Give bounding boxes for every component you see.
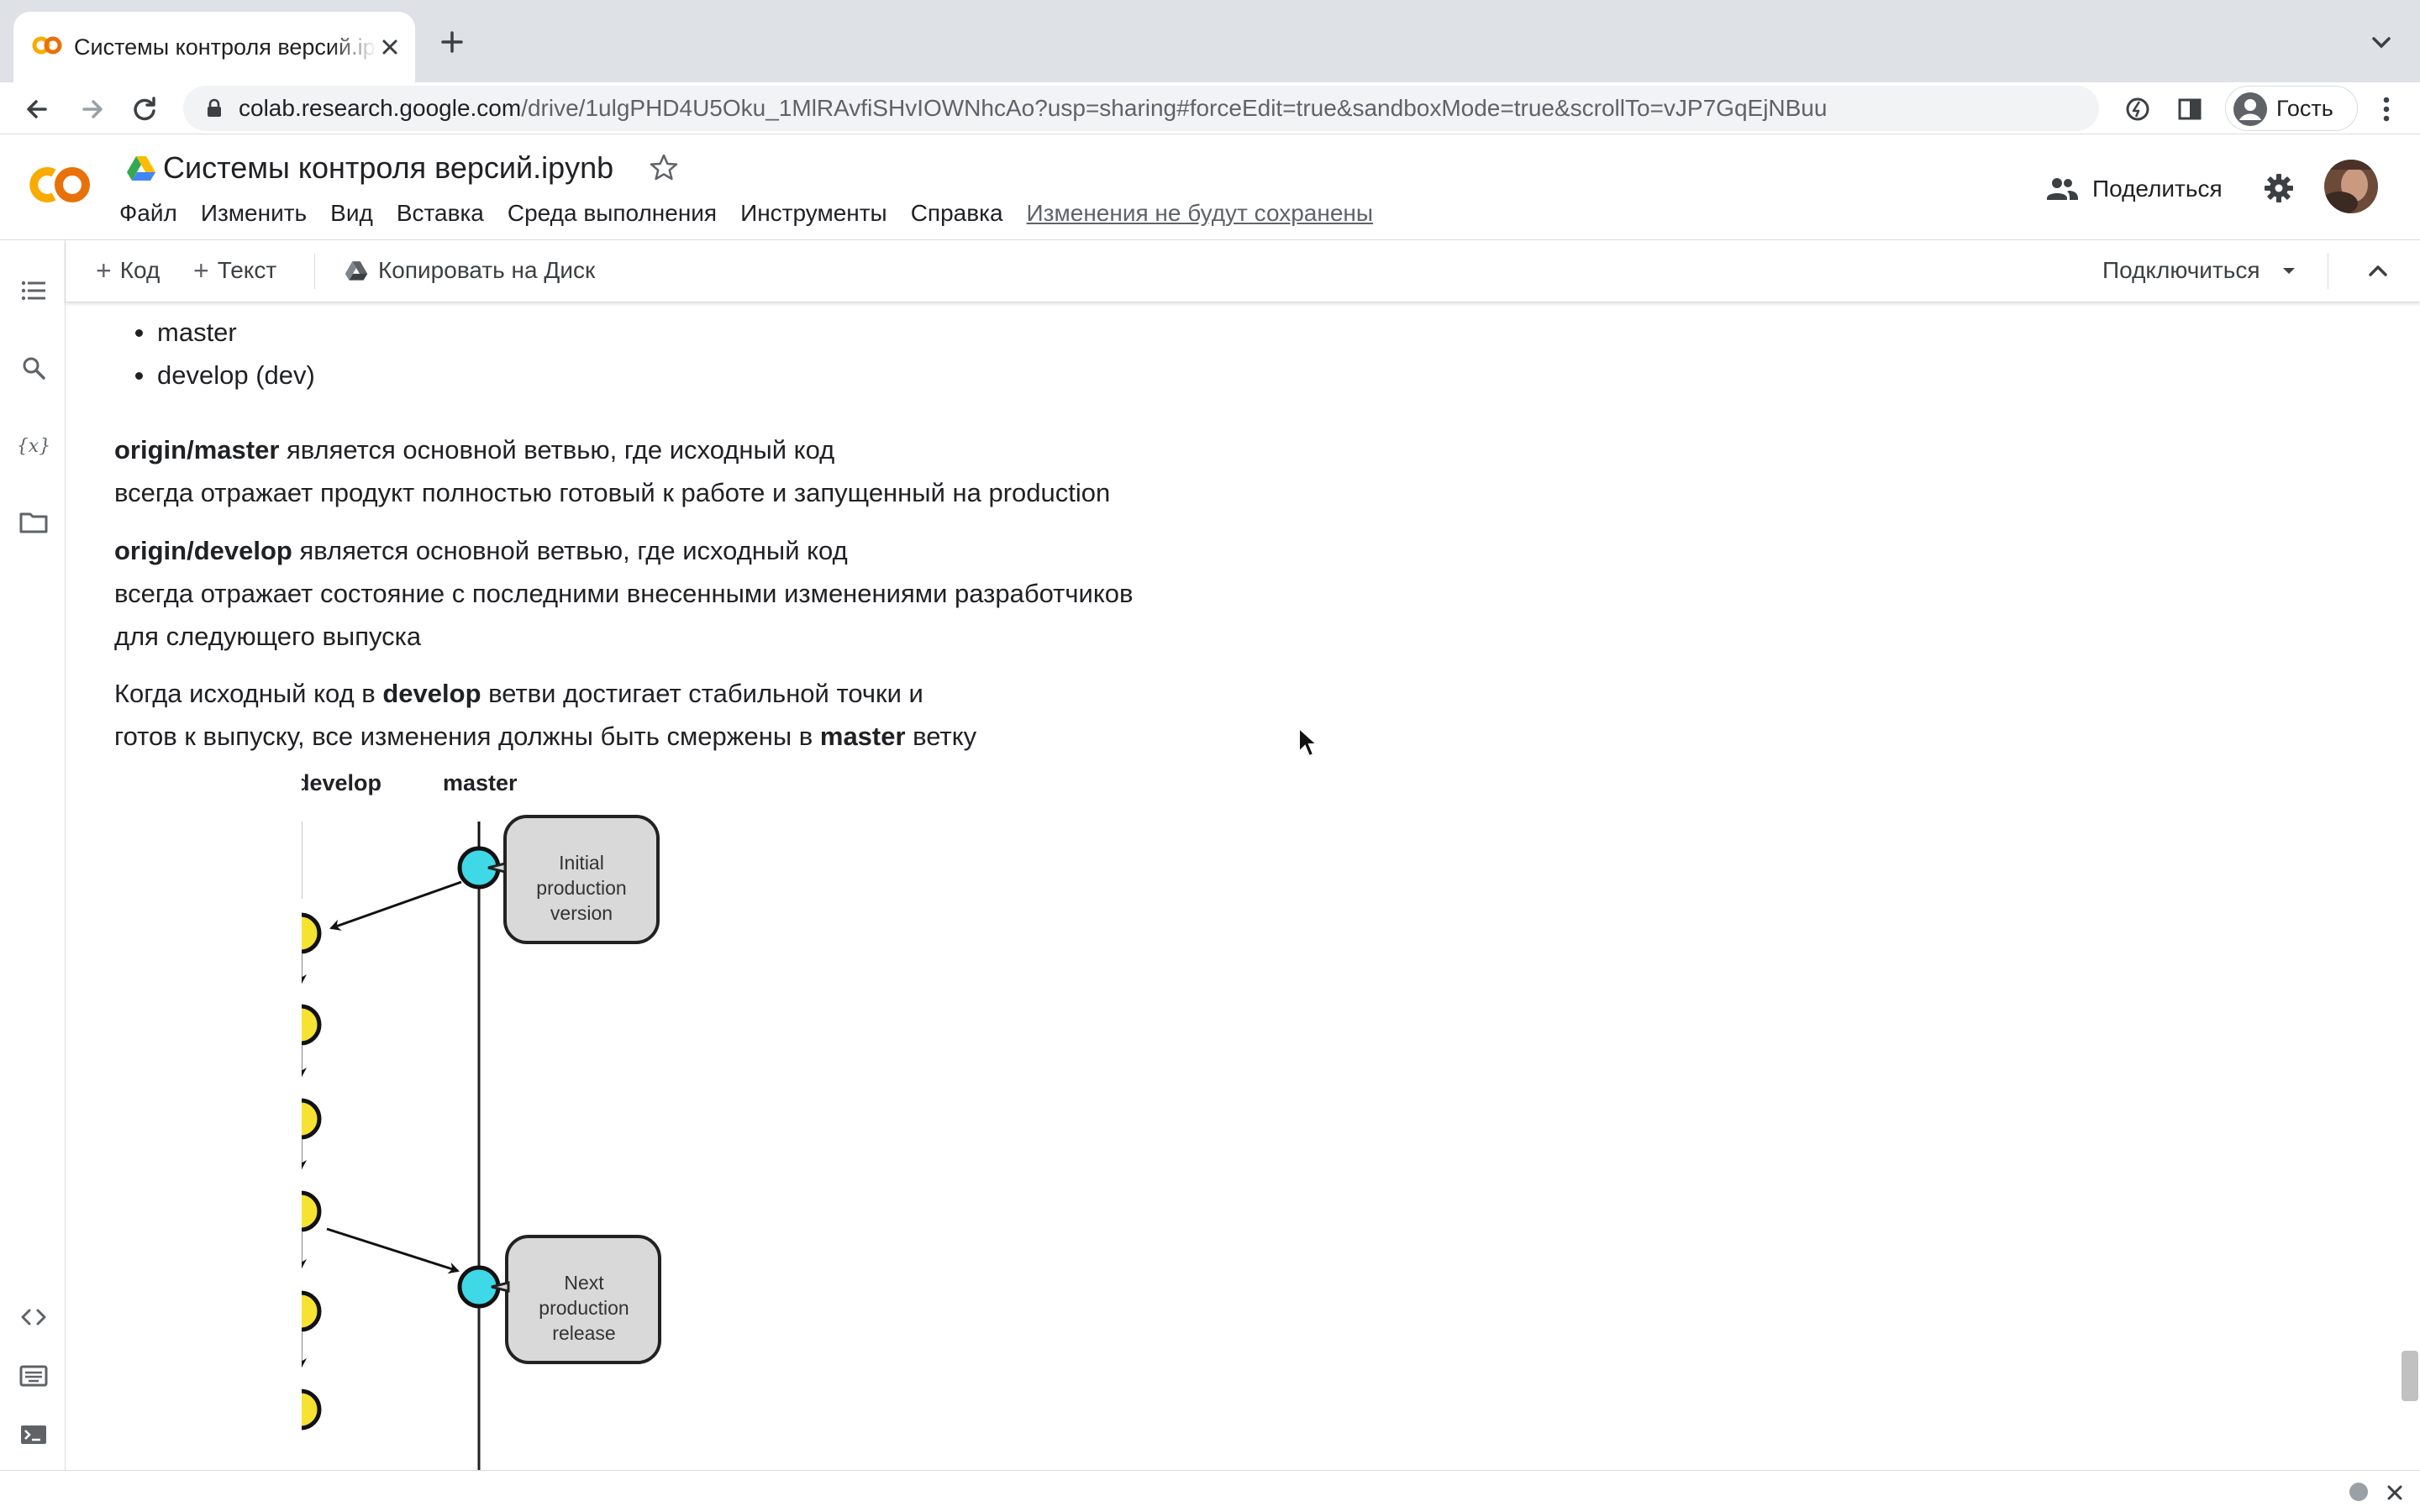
colab-header: Системы контроля версий.ipynb Файл Измен… — [0, 134, 2420, 240]
side-panel-icon[interactable] — [2171, 91, 2208, 128]
paragraph-merge: Когда исходный код в develop ветви дости… — [114, 679, 977, 751]
toolbar-divider — [314, 254, 315, 289]
notebook-toolbar: + Код + Текст Копировать на Диск Подключ… — [66, 240, 2420, 302]
user-avatar[interactable] — [2324, 160, 2378, 213]
add-text-label: Текст — [217, 257, 277, 283]
menu-help[interactable]: Справка — [899, 197, 1015, 230]
plus-icon: + — [96, 255, 112, 286]
add-code-cell-button[interactable]: + Код — [96, 252, 160, 289]
develop-column-label: develop — [302, 773, 381, 795]
tab-search-chevron-icon[interactable] — [2365, 25, 2398, 59]
address-bar[interactable]: colab.research.google.com/drive/1ulgPHD4… — [183, 86, 2099, 131]
colab-favicon-icon — [32, 36, 62, 55]
command-palette-icon[interactable] — [17, 1359, 50, 1393]
star-icon[interactable] — [647, 151, 681, 185]
svg-text:production: production — [536, 877, 626, 899]
menu-insert[interactable]: Вставка — [385, 197, 496, 230]
connect-label: Подключиться — [2102, 257, 2260, 283]
menu-tools[interactable]: Инструменты — [729, 197, 899, 230]
browser-menu-icon[interactable] — [2370, 91, 2403, 128]
status-bar — [0, 1470, 2420, 1512]
share-label: Поделиться — [2092, 176, 2223, 202]
close-tab-icon[interactable] — [375, 32, 405, 62]
svg-text:Next: Next — [564, 1272, 604, 1294]
close-icon[interactable] — [2383, 1481, 2407, 1504]
profile-button[interactable]: Гость — [2225, 86, 2358, 131]
browser-toolbar: colab.research.google.com/drive/1ulgPHD4… — [0, 82, 2420, 134]
browser-tab-active[interactable]: Системы контроля версий.ipynb — [13, 12, 415, 82]
list-item: develop (dev) — [135, 354, 315, 396]
add-code-label: Код — [119, 257, 160, 283]
develop-commit-nodes — [302, 912, 322, 1431]
master-column-label: master — [443, 773, 518, 795]
forward-icon[interactable] — [74, 91, 111, 128]
google-drive-icon[interactable] — [126, 155, 156, 181]
back-icon[interactable] — [18, 91, 55, 128]
terminal-icon[interactable] — [17, 1418, 50, 1452]
svg-text:{x}: {x} — [17, 436, 50, 457]
menu-file[interactable]: Файл — [108, 197, 189, 230]
paragraph-origin-master: origin/master является основной ветвью, … — [114, 435, 1111, 507]
copy-to-drive-label: Копировать на Диск — [378, 257, 596, 283]
new-tab-icon[interactable] — [435, 25, 469, 59]
files-icon[interactable] — [17, 506, 50, 539]
add-text-cell-button[interactable]: + Текст — [193, 252, 276, 289]
variables-icon[interactable]: {x} — [17, 428, 50, 462]
svg-text:Initial: Initial — [559, 852, 604, 874]
notebook-title[interactable]: Системы контроля версий.ipynb — [163, 146, 613, 190]
scrollbar-thumb[interactable] — [2402, 1351, 2418, 1401]
table-of-contents-icon[interactable] — [17, 274, 50, 307]
menu-edit[interactable]: Изменить — [189, 197, 318, 230]
google-drive-icon — [345, 261, 368, 281]
search-icon[interactable] — [17, 351, 50, 385]
branch-list: master develop (dev) — [135, 311, 315, 396]
colab-logo[interactable] — [24, 160, 94, 210]
code-snippets-icon[interactable] — [17, 1300, 50, 1334]
profile-label: Гость — [2276, 96, 2333, 121]
left-sidebar-rail: {x} — [0, 240, 66, 1470]
menu-runtime[interactable]: Среда выполнения — [496, 197, 729, 230]
mouse-cursor-icon — [1298, 727, 1319, 758]
plus-icon: + — [193, 255, 209, 286]
menu-bar: Файл Изменить Вид Вставка Среда выполнен… — [108, 197, 1385, 230]
svg-text:version: version — [550, 902, 613, 924]
runtime-status-icon[interactable] — [2349, 1483, 2368, 1501]
browser-tab-strip: Системы контроля версий.ipynb — [0, 0, 2420, 82]
dropdown-caret-icon[interactable] — [2279, 260, 2299, 281]
notebook-content: master develop (dev) origin/master являе… — [66, 302, 2394, 1470]
unsaved-changes-link[interactable]: Изменения не будут сохранены — [1015, 197, 1385, 230]
gitflow-diagram-image: develop master Initial production versio… — [302, 773, 661, 1470]
paragraph-origin-develop: origin/develop является основной ветвью,… — [114, 536, 1134, 651]
tab-title: Системы контроля версий.ipynb — [74, 34, 376, 60]
url-text: colab.research.google.com/drive/1ulgPHD4… — [239, 95, 1828, 121]
chevron-up-icon[interactable] — [2363, 255, 2393, 286]
performance-icon[interactable] — [2119, 91, 2156, 128]
people-icon — [2047, 178, 2078, 200]
reload-icon[interactable] — [126, 91, 163, 128]
profile-avatar-icon — [2233, 92, 2267, 126]
connect-runtime-button[interactable]: Подключиться — [2102, 252, 2299, 289]
share-button[interactable]: Поделиться — [2044, 168, 2223, 210]
svg-text:production: production — [539, 1297, 629, 1319]
copy-to-drive-button[interactable]: Копировать на Диск — [345, 252, 595, 289]
svg-text:release: release — [552, 1322, 615, 1344]
initial-production-version-callout: Initial production version — [487, 815, 660, 944]
list-item: master — [135, 311, 315, 354]
next-production-release-callout: Next production release — [491, 1235, 661, 1364]
lock-icon[interactable] — [203, 97, 225, 119]
settings-gear-icon[interactable] — [2260, 170, 2297, 207]
menu-view[interactable]: Вид — [318, 197, 385, 230]
